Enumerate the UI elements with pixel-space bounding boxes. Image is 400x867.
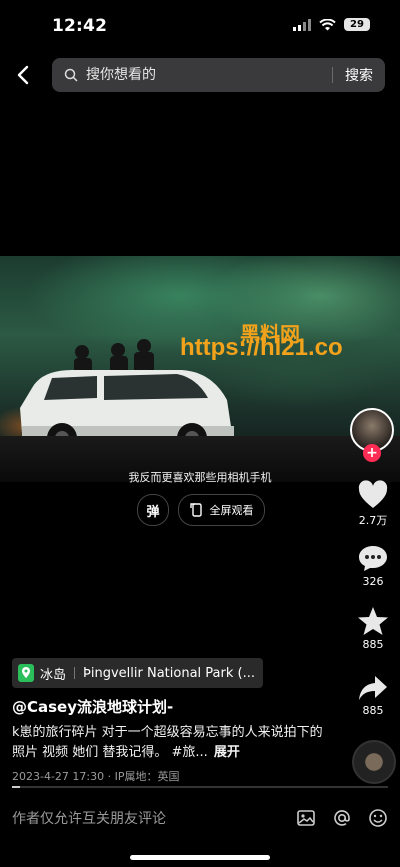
signal-icon xyxy=(293,18,311,31)
status-time: 12:42 xyxy=(52,16,108,36)
follow-plus-icon[interactable]: + xyxy=(363,444,381,462)
share-button[interactable]: 885 xyxy=(350,674,396,717)
like-count: 2.7万 xyxy=(358,514,388,527)
share-icon xyxy=(359,676,387,700)
comment-icon xyxy=(359,546,387,571)
search-input[interactable] xyxy=(84,66,318,84)
search-bar[interactable]: 搜索 xyxy=(52,58,385,92)
status-icons: 29 xyxy=(293,18,370,31)
like-button[interactable]: 2.7万 xyxy=(350,480,396,528)
star-icon xyxy=(358,607,388,635)
favorite-button[interactable]: 885 xyxy=(350,606,396,651)
post-description: k崽的旅行碎片 对于一个超级容易忘事的人来说拍下的照片 视频 她们 替我记得。 … xyxy=(12,723,332,763)
battery-indicator: 29 xyxy=(344,18,370,31)
search-icon xyxy=(64,67,80,83)
comment-placeholder: 作者仅允许互关朋友评论 xyxy=(12,811,166,827)
comment-count: 326 xyxy=(362,575,384,588)
author-avatar[interactable]: + xyxy=(350,408,394,462)
comment-bar[interactable]: 作者仅允许互关朋友评论 xyxy=(0,800,400,836)
comment-button[interactable]: 326 xyxy=(350,543,396,588)
author-name[interactable]: @Casey流浪地球计划- xyxy=(12,696,173,717)
fullscreen-button[interactable]: 全屏观看 xyxy=(178,494,265,526)
expand-link[interactable]: 展开 xyxy=(214,745,240,760)
progress-fill xyxy=(12,786,20,788)
watermark-url: https://hl21.co xyxy=(180,334,343,361)
favorite-count: 885 xyxy=(362,638,384,651)
location-pin-icon xyxy=(18,664,34,682)
chevron-left-icon xyxy=(17,65,29,85)
image-icon[interactable] xyxy=(296,808,316,828)
heart-icon xyxy=(358,480,388,508)
video-subtitle: 我反而更喜欢那些用相机手机 xyxy=(128,471,272,484)
back-button[interactable] xyxy=(12,63,34,87)
home-indicator xyxy=(130,855,270,860)
emoji-icon[interactable] xyxy=(368,808,388,828)
location-divider xyxy=(74,667,76,679)
music-disc[interactable] xyxy=(352,740,396,784)
location-place: Þingvellir National Park (... xyxy=(83,665,255,681)
share-count: 885 xyxy=(362,704,384,717)
video-player[interactable] xyxy=(0,256,400,482)
wifi-icon xyxy=(319,18,336,30)
location-tag[interactable]: 冰岛 Þingvellir National Park (... xyxy=(12,658,263,688)
fullscreen-label: 全屏观看 xyxy=(209,504,254,517)
fullscreen-icon xyxy=(189,503,202,517)
post-meta: 2023-4-27 17:30 · IP属地：英国 xyxy=(12,770,180,783)
danmu-toggle-button[interactable]: 弹 xyxy=(137,494,169,526)
video-progress[interactable] xyxy=(12,786,388,788)
description-text: k崽的旅行碎片 对于一个超级容易忘事的人来说拍下的照片 视频 她们 替我记得。 … xyxy=(12,725,323,760)
mention-icon[interactable] xyxy=(332,808,352,828)
location-country: 冰岛 xyxy=(40,667,67,683)
search-submit-button[interactable]: 搜索 xyxy=(333,65,385,85)
